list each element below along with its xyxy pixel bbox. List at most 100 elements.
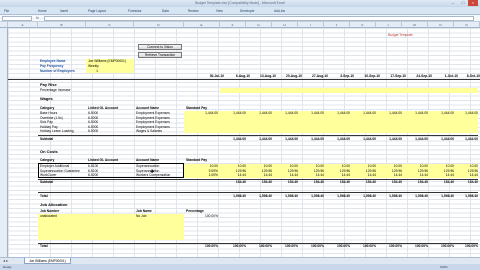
total-value: 1,598.40 [441,194,454,198]
total-value: 1,598.40 [311,194,324,198]
wages-value[interactable]: 1,444.00 [430,111,454,116]
minimize-icon[interactable]: – [448,0,458,6]
oncosts-subtotal: 154.40 [287,180,298,184]
tab-add-ins[interactable]: Add-Ins [274,9,285,13]
oncost-value[interactable]: 14.44 [430,173,454,178]
number-of-employees-label: Number of Employees [40,69,75,73]
job-total-value: 100.00% [284,244,298,248]
wages-value[interactable]: 1,444.00 [378,111,402,116]
date-row-divider [8,79,480,80]
job-total-value: 100.00% [336,244,350,248]
job-number[interactable]: unallocated [40,214,57,219]
oncost-value[interactable]: 14.44 [404,173,428,178]
tab-view[interactable]: View [216,9,223,13]
oncosts-subtotal: 154.40 [417,180,428,184]
job-total-value: 100.00% [414,244,428,248]
total-value: 1,598.40 [337,194,350,198]
tab-review[interactable]: Review [188,9,198,13]
oncosts-subtotal-label: Subtotal [40,180,54,184]
number-of-employees-value[interactable]: 1 [88,69,98,74]
row-headers[interactable] [0,28,8,257]
wages-subtotal: 1,444.00 [233,137,246,141]
column-label-category: Category [40,106,55,110]
wages-value[interactable]: 1,444.00 [300,111,324,116]
oncost-value[interactable]: 14.44 [248,173,272,178]
wages-value[interactable]: 1,444.00 [274,111,298,116]
column-label-gl-account: Linked GL Account [88,106,119,110]
job-total-label: Total [40,244,48,248]
job-allocation-input-area[interactable] [38,214,184,240]
total-value: 1,598.40 [259,194,272,198]
percentage-increase-label: Percentage Increase [40,88,71,92]
date-header: 30-Jul-10 [209,74,224,78]
oncost-value[interactable]: 14.44 [326,173,350,178]
oncosts-subtotal: 154.40 [467,180,478,184]
wages-value[interactable]: 1,444.00 [248,111,272,116]
column-label-account-name: Account Name [136,106,160,110]
zoom-level[interactable]: 100% [440,265,448,269]
total-divider [38,192,478,193]
maximize-icon[interactable]: □ [458,0,468,6]
selected-cell-range[interactable] [38,163,184,178]
job-percentage[interactable]: 100.00% [190,214,218,219]
total-value: 1,598.40 [389,194,402,198]
wages-value[interactable]: 1,444.00 [454,111,478,116]
tab-home[interactable]: Home [38,9,47,13]
wages-standard-pay[interactable]: 1,444.00 [190,111,218,116]
tab-page-layout[interactable]: Page Layout [88,9,106,13]
formula-bar: fx [0,15,480,22]
tab-developer[interactable]: Developer [240,9,255,13]
oncosts-subtotal: 154.40 [443,180,454,184]
window-title: Budget Template.xlsx [Compatibility Mode… [195,1,285,6]
wages-subtotal: 1,444.00 [311,137,324,141]
date-header: 6-Aug-10 [235,74,250,78]
status-text: Ready [3,265,12,269]
pay-frequency-value[interactable]: Weekly [88,64,99,69]
page-title: Budget Template [388,33,413,37]
sheet-nav-arrows-icon[interactable]: ◂ ▸ [3,258,8,263]
wages-subtotal: 1,444.00 [285,137,298,141]
oncost-value[interactable]: 14.44 [300,173,324,178]
pay-rise-title: Pay Rise [40,82,57,87]
tab-insert[interactable]: Insert [60,9,68,13]
oncost-value[interactable]: 14.44 [274,173,298,178]
oncost-value[interactable]: 14.44 [378,173,402,178]
column-label-standard-pay: Standard Pay [186,158,208,162]
name-box[interactable] [2,16,32,21]
column-label-job-number: Job Number [40,209,60,213]
date-header: 27-Aug-10 [312,74,328,78]
retrieve-transaction-button[interactable]: Retrieve Transaction [138,52,182,58]
date-header: 17-Sep-10 [390,74,406,78]
close-icon[interactable]: × [468,0,478,6]
pay-rise-input-row[interactable] [220,88,478,93]
date-header: 8-Oct-10 [466,74,480,78]
oncost-value[interactable]: 14.44 [222,173,246,178]
pay-frequency-label: Pay Frequency [40,64,64,68]
wages-value[interactable]: 1,444.00 [352,111,376,116]
oncosts-subtotal: 154.40 [365,180,376,184]
status-bar: Ready 100% [0,264,480,270]
total-value: 1,598.40 [415,194,428,198]
tab-formulas[interactable]: Formulas [128,9,141,13]
date-header: 20-Aug-10 [286,74,302,78]
date-header: 24-Sep-10 [416,74,432,78]
oncosts-subtotal: 154.40 [261,180,272,184]
wages-value[interactable]: 1,444.00 [404,111,428,116]
oncost-value[interactable]: 14.44 [352,173,376,178]
job-total-value: 100.00% [232,244,246,248]
oncost-value[interactable]: 14.44 [454,173,478,178]
formula-input[interactable] [44,16,474,21]
oncost-rate[interactable]: 1.00% [190,173,218,178]
date-header: 10-Sep-10 [364,74,380,78]
tab-data[interactable]: Data [162,9,169,13]
employee-name-value[interactable]: Joe Williams (EMP00001) [88,59,126,64]
tab-file[interactable]: File [4,9,9,13]
job-total-value: 100.00% [310,244,324,248]
wages-value[interactable]: 1,444.00 [326,111,350,116]
job-total-value: 100.00% [440,244,454,248]
wages-value[interactable]: 1,444.00 [222,111,246,116]
job-total-value: 100.00% [362,244,376,248]
column-label-gl-account: Linked GL Account [88,158,119,162]
fx-icon[interactable]: fx [36,16,39,20]
connect-to-vision-button[interactable]: Connect to Vision [138,44,182,50]
